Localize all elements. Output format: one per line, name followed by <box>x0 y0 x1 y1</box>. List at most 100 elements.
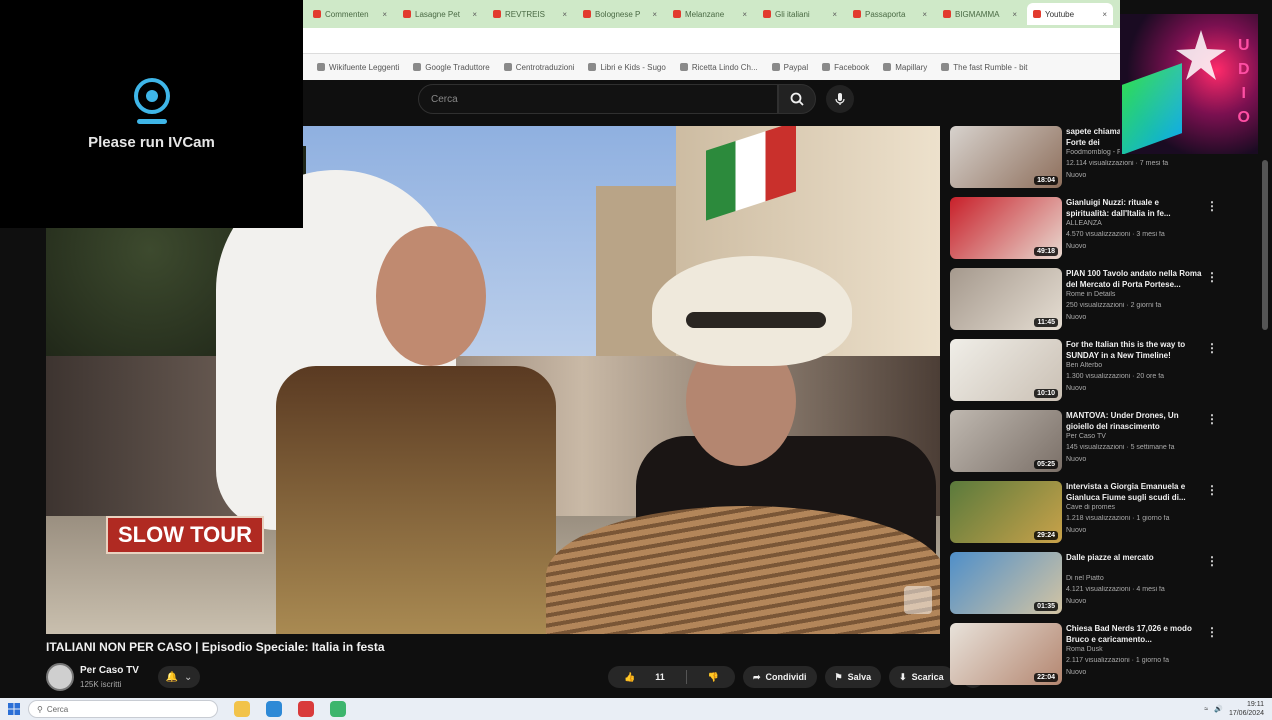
close-icon[interactable]: × <box>832 10 837 19</box>
scrollbar[interactable] <box>1262 160 1268 330</box>
download-button[interactable]: ⬇ Scarica <box>889 666 954 688</box>
recommended-video[interactable]: 22:04 Chiesa Bad Nerds 17,026 e modo Bruc… <box>948 621 1218 687</box>
clock[interactable]: 19:11 17/06/2024 <box>1229 700 1264 718</box>
file-explorer-icon[interactable] <box>234 701 250 717</box>
search-input[interactable]: Cerca <box>418 84 778 114</box>
taskbar-search-input[interactable]: ⚲ Cerca <box>28 700 218 718</box>
channel-name[interactable]: Rome in Details <box>1066 291 1204 298</box>
video-duration: 29:24 <box>1034 531 1058 540</box>
bookmark-icon <box>679 63 688 71</box>
video-title[interactable]: Gianluigi Nuzzi: rituale e spiritualità:… <box>1066 197 1204 219</box>
address-bar[interactable] <box>303 28 1120 54</box>
volume-icon[interactable]: 🔊 <box>1214 705 1223 713</box>
new-badge: Nuovo <box>1066 527 1087 534</box>
video-thumbnail[interactable]: 18:04 <box>950 126 1062 188</box>
more-options-icon[interactable]: ⋮ <box>1206 412 1218 426</box>
bookmark-item[interactable]: Facebook <box>822 63 869 72</box>
browser-tab[interactable]: Gli italiani × <box>757 3 843 25</box>
video-duration: 05:25 <box>1034 460 1058 469</box>
notification-bell-button[interactable]: 🔔 ⌄ <box>158 666 200 688</box>
browser-tab[interactable]: Passaporta × <box>847 3 933 25</box>
edge-icon[interactable] <box>266 701 282 717</box>
bookmark-icon <box>883 63 892 71</box>
video-thumbnail[interactable]: 22:04 <box>950 623 1062 685</box>
close-icon[interactable]: × <box>652 10 657 19</box>
share-button[interactable]: ➦ Condividi <box>742 666 817 688</box>
chrome-icon[interactable] <box>330 701 346 717</box>
channel-name[interactable]: ALLEANZA <box>1066 220 1204 227</box>
dislike-button[interactable]: 👎 <box>692 666 735 688</box>
video-duration: 01:35 <box>1034 602 1058 611</box>
video-thumbnail[interactable]: 49:18 <box>950 197 1062 259</box>
channel-name[interactable]: Per Caso TV <box>80 665 139 676</box>
bookmark-item[interactable]: Ricetta Lindo Ch... <box>679 63 758 72</box>
bookmark-item[interactable]: Libri e Kids - Sugo <box>588 63 666 72</box>
video-title[interactable]: MANTOVA: Under Drones, Un gioiello del r… <box>1066 410 1204 432</box>
browser-tab[interactable]: REVTREIS × <box>487 3 573 25</box>
recommended-video[interactable]: 29:24 Intervista a Giorgia Emanuela e Gia… <box>948 479 1218 545</box>
channel-avatar[interactable] <box>46 663 74 691</box>
browser-tab[interactable]: Melanzane × <box>667 3 753 25</box>
channel-name[interactable]: Roma Dusk <box>1066 646 1204 653</box>
channel-name[interactable]: Di nel Piatto <box>1066 575 1204 582</box>
browser-tab[interactable]: Bolognese P × <box>577 3 663 25</box>
windows-icon <box>8 703 20 715</box>
more-options-icon[interactable]: ⋮ <box>1206 270 1218 284</box>
voice-search-button[interactable] <box>826 85 854 113</box>
bookmark-item[interactable]: Centrotraduzioni <box>503 63 574 72</box>
close-icon[interactable]: × <box>1012 10 1017 19</box>
close-icon[interactable]: × <box>1102 10 1107 19</box>
browser-tab[interactable]: BIGMAMMA × <box>937 3 1023 25</box>
video-duration: 10:10 <box>1034 389 1058 398</box>
recommended-video[interactable]: 05:25 MANTOVA: Under Drones, Un gioiello … <box>948 408 1218 474</box>
recommended-video[interactable]: 11:45 PIAN 100 Tavolo andato nella Roma d… <box>948 266 1218 332</box>
bookmark-item[interactable]: The fast Rumble - bit <box>941 63 1028 72</box>
new-badge: Nuovo <box>1066 669 1087 676</box>
wifi-icon[interactable]: ≈ <box>1204 706 1208 713</box>
video-thumbnail[interactable]: 10:10 <box>950 339 1062 401</box>
close-icon[interactable]: × <box>922 10 927 19</box>
browser-tab[interactable]: Lasagne Pet × <box>397 3 483 25</box>
search-icon: ⚲ <box>37 704 43 714</box>
search-button[interactable] <box>778 84 816 114</box>
browser-tab[interactable]: Commenten × <box>307 3 393 25</box>
close-icon[interactable]: × <box>562 10 567 19</box>
more-options-icon[interactable]: ⋮ <box>1206 625 1218 639</box>
video-duration: 18:04 <box>1034 176 1058 185</box>
channel-name[interactable]: Ben Alterbo <box>1066 362 1204 369</box>
close-icon[interactable]: × <box>742 10 747 19</box>
start-button[interactable] <box>0 698 28 720</box>
video-thumbnail[interactable]: 11:45 <box>950 268 1062 330</box>
recommended-video[interactable]: 10:10 For the Italian this is the way to … <box>948 337 1218 403</box>
bookmark-item[interactable]: Paypal <box>771 63 808 72</box>
channel-name[interactable]: Per Caso TV <box>1066 433 1204 440</box>
save-button[interactable]: ⚑ Salva <box>824 666 882 688</box>
video-title[interactable]: Chiesa Bad Nerds 17,026 e modo Bruco e c… <box>1066 623 1204 645</box>
video-title[interactable]: Dalle piazze al mercato <box>1066 552 1204 563</box>
more-options-icon[interactable]: ⋮ <box>1206 341 1218 355</box>
more-options-icon[interactable]: ⋮ <box>1206 554 1218 568</box>
close-icon[interactable]: × <box>382 10 387 19</box>
video-thumbnail[interactable]: 05:25 <box>950 410 1062 472</box>
video-meta: 2.117 visualizzazioni · 1 giorno fa <box>1066 657 1169 664</box>
close-icon[interactable]: × <box>472 10 477 19</box>
video-thumbnail[interactable]: 29:24 <box>950 481 1062 543</box>
recommended-video[interactable]: 01:35 Dalle piazze al mercato Di nel Piatt… <box>948 550 1218 616</box>
studio-logo-letters: U D I O <box>1237 37 1250 126</box>
bookmark-item[interactable]: Mapillary <box>883 63 927 72</box>
like-button[interactable]: 👍 11 <box>608 666 681 688</box>
more-options-icon[interactable]: ⋮ <box>1206 199 1218 213</box>
video-title[interactable]: PIAN 100 Tavolo andato nella Roma del Me… <box>1066 268 1204 290</box>
video-thumbnail[interactable]: 01:35 <box>950 552 1062 614</box>
video-meta: 145 visualizzazioni · 5 settimane fa <box>1066 444 1175 451</box>
more-options-icon[interactable]: ⋮ <box>1206 483 1218 497</box>
bookmark-item[interactable]: Google Traduttore <box>413 63 490 72</box>
video-title[interactable]: For the Italian this is the way to SUNDA… <box>1066 339 1204 361</box>
recommended-video[interactable]: 49:18 Gianluigi Nuzzi: rituale e spiritua… <box>948 195 1218 261</box>
bookmark-item[interactable]: Wikifuente Leggenti <box>317 63 399 72</box>
favicon-icon <box>403 10 411 18</box>
channel-name[interactable]: Cave di promes <box>1066 504 1204 511</box>
browser-tab[interactable]: Youtube × <box>1027 3 1113 25</box>
app-icon[interactable] <box>298 701 314 717</box>
video-title[interactable]: Intervista a Giorgia Emanuela e Gianluca… <box>1066 481 1204 503</box>
